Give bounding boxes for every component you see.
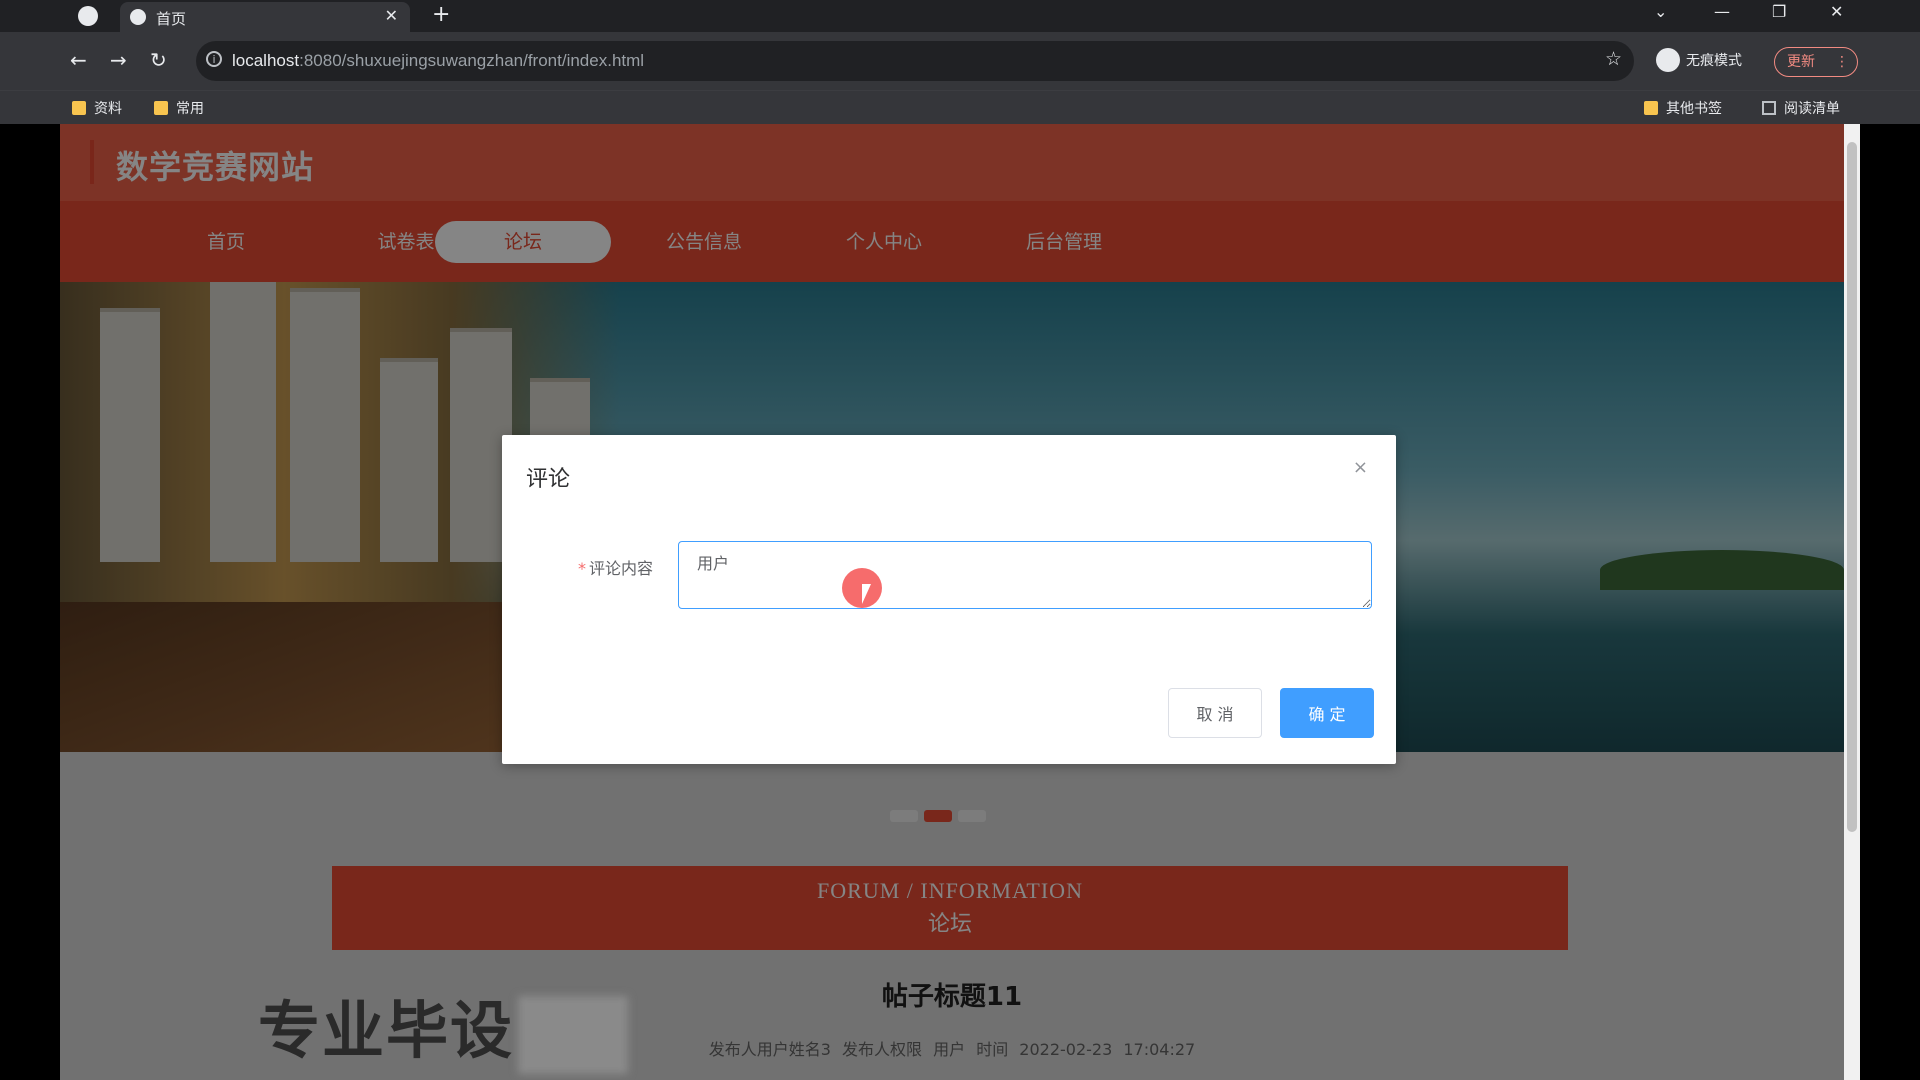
- folder-icon: [154, 101, 168, 115]
- address-url[interactable]: localhost:8080/shuxuejingsuwangzhan/fron…: [232, 51, 644, 71]
- reading-list-label: 阅读清单: [1784, 101, 1840, 117]
- cancel-button[interactable]: 取 消: [1168, 688, 1262, 738]
- browser-toolbar: ← → ↻ i localhost:8080/shuxuejingsuwangz…: [0, 32, 1920, 90]
- restore-icon[interactable]: ❐: [1772, 2, 1786, 21]
- mouse-cursor-icon: [862, 584, 871, 604]
- more-menu-icon[interactable]: ⋮: [1835, 48, 1849, 76]
- address-bar[interactable]: i localhost:8080/shuxuejingsuwangzhan/fr…: [196, 41, 1634, 81]
- required-mark: *: [578, 559, 586, 578]
- other-bookmarks[interactable]: 其他书签: [1644, 98, 1722, 118]
- dialog-title: 评论: [526, 467, 571, 492]
- globe-icon: [130, 9, 146, 25]
- tab-title: 首页: [156, 10, 187, 28]
- browser-menu-icon[interactable]: [78, 6, 98, 26]
- bookmarks-bar: 资料 常用 其他书签 阅读清单: [0, 90, 1920, 124]
- scrollbar-thumb[interactable]: [1847, 142, 1857, 832]
- dialog-close-icon[interactable]: ×: [1353, 457, 1368, 478]
- folder-icon: [72, 101, 86, 115]
- back-icon[interactable]: ←: [70, 48, 87, 72]
- screen-border: [1860, 124, 1920, 1080]
- watermark: 专业毕设: [258, 980, 629, 1074]
- bookmark-label: 常用: [176, 101, 204, 117]
- forward-icon[interactable]: →: [110, 48, 127, 72]
- reload-icon[interactable]: ↻: [150, 48, 167, 72]
- other-bookmarks-label: 其他书签: [1666, 101, 1722, 117]
- bookmark-folder[interactable]: 资料: [72, 98, 122, 118]
- update-label: 更新: [1787, 54, 1815, 70]
- new-tab-button[interactable]: +: [432, 2, 450, 27]
- incognito-icon: [1656, 48, 1680, 72]
- tab-search-icon[interactable]: ⌄: [1654, 2, 1667, 21]
- window-close-icon[interactable]: ✕: [1830, 2, 1843, 21]
- tab-close-icon[interactable]: ✕: [385, 6, 398, 25]
- confirm-button[interactable]: 确 定: [1280, 688, 1374, 738]
- folder-icon: [1644, 101, 1658, 115]
- page-scrollbar[interactable]: [1844, 124, 1860, 1080]
- comment-field-label: * 评论内容: [578, 559, 654, 578]
- site-info-icon[interactable]: i: [206, 51, 222, 67]
- update-button[interactable]: 更新 ⋮: [1774, 47, 1858, 77]
- browser-tab-bar: 首页 ✕ + ⌄ — ❐ ✕: [0, 0, 1920, 32]
- bookmark-label: 资料: [94, 101, 122, 117]
- bookmark-folder[interactable]: 常用: [154, 98, 204, 118]
- browser-tab[interactable]: 首页 ✕: [120, 2, 410, 32]
- reading-list[interactable]: 阅读清单: [1762, 98, 1840, 118]
- comment-input[interactable]: 用户: [678, 541, 1372, 609]
- comment-dialog: 评论 × * 评论内容 用户 取 消 确 定: [502, 435, 1396, 764]
- bookmark-star-icon[interactable]: ☆: [1605, 48, 1622, 70]
- minimize-icon[interactable]: —: [1714, 2, 1730, 21]
- incognito-indicator[interactable]: 无痕模式: [1656, 48, 1742, 72]
- reading-list-icon: [1762, 101, 1776, 115]
- screen-border: [0, 124, 60, 1080]
- incognito-label: 无痕模式: [1686, 53, 1742, 69]
